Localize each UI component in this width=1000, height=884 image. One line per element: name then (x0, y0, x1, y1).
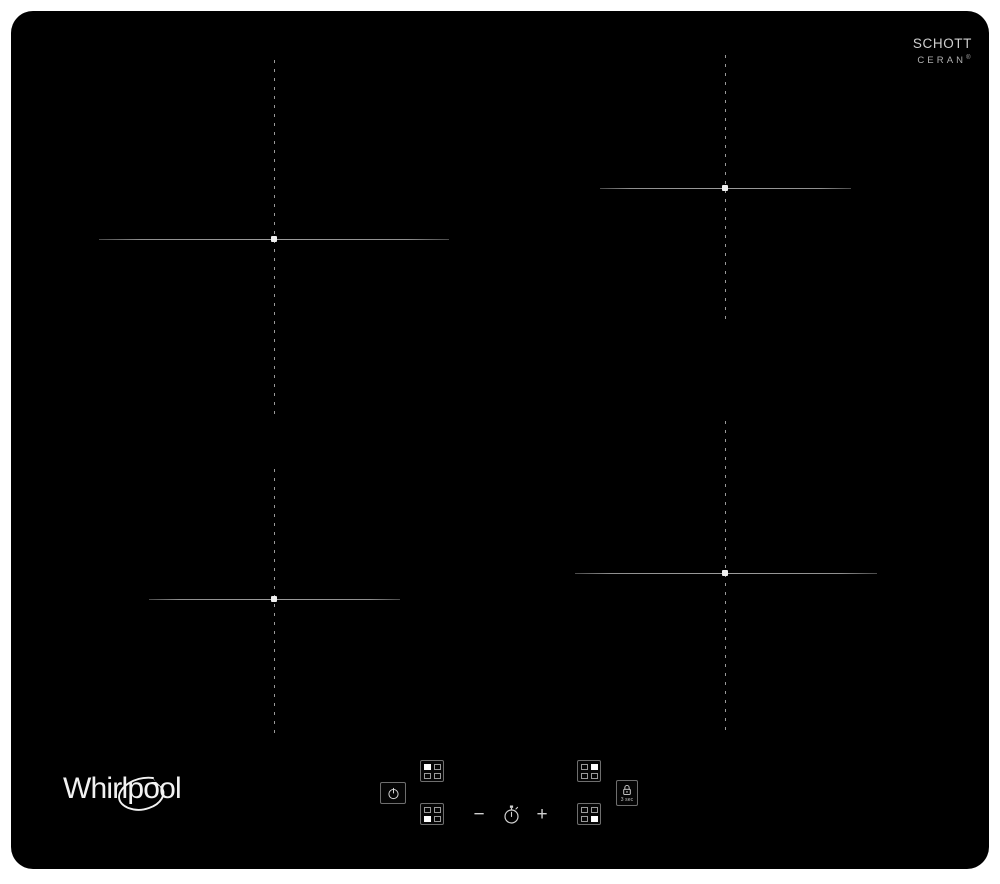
padlock-icon (623, 784, 631, 795)
zone-grid-icon (423, 806, 441, 822)
zone-cell-top-right (590, 806, 598, 813)
zone-select-rear-left-button[interactable] (420, 760, 444, 782)
zone-cell-top-left (423, 806, 431, 813)
lock-hold-duration-label: 3 sec (620, 796, 634, 803)
zone-cell-top-right (433, 806, 441, 813)
zone-select-rear-right-button[interactable] (577, 760, 601, 782)
minus-icon: − (473, 803, 485, 825)
zone-select-front-left-button[interactable] (420, 803, 444, 825)
power-button[interactable] (380, 782, 406, 804)
control-panel: − + 3 sec (11, 11, 989, 869)
zone-cell-top-left (580, 806, 588, 813)
induction-cooktop-surface: SCHOTT CERAN® Whirlpool − + 3 sec (11, 11, 989, 869)
zone-cell-bottom-right (433, 815, 441, 822)
zone-cell-bottom-left (580, 815, 588, 822)
zone-cell-top-right (590, 763, 598, 770)
zone-cell-bottom-left (580, 772, 588, 779)
zone-select-front-right-button[interactable] (577, 803, 601, 825)
zone-grid-icon (423, 763, 441, 779)
timer-button[interactable] (498, 801, 524, 827)
power-icon (387, 787, 399, 799)
increase-power-button[interactable]: + (529, 801, 555, 827)
zone-cell-top-left (423, 763, 431, 770)
zone-cell-bottom-right (433, 772, 441, 779)
zone-cell-bottom-left (423, 772, 431, 779)
zone-cell-top-left (580, 763, 588, 770)
zone-cell-top-right (433, 763, 441, 770)
zone-grid-icon (580, 763, 598, 779)
zone-grid-icon (580, 806, 598, 822)
plus-icon: + (536, 803, 548, 825)
control-lock-button[interactable]: 3 sec (616, 780, 638, 806)
zone-cell-bottom-left (423, 815, 431, 822)
decrease-power-button[interactable]: − (466, 801, 492, 827)
stopwatch-icon (503, 804, 519, 824)
zone-cell-bottom-right (590, 772, 598, 779)
zone-cell-bottom-right (590, 815, 598, 822)
